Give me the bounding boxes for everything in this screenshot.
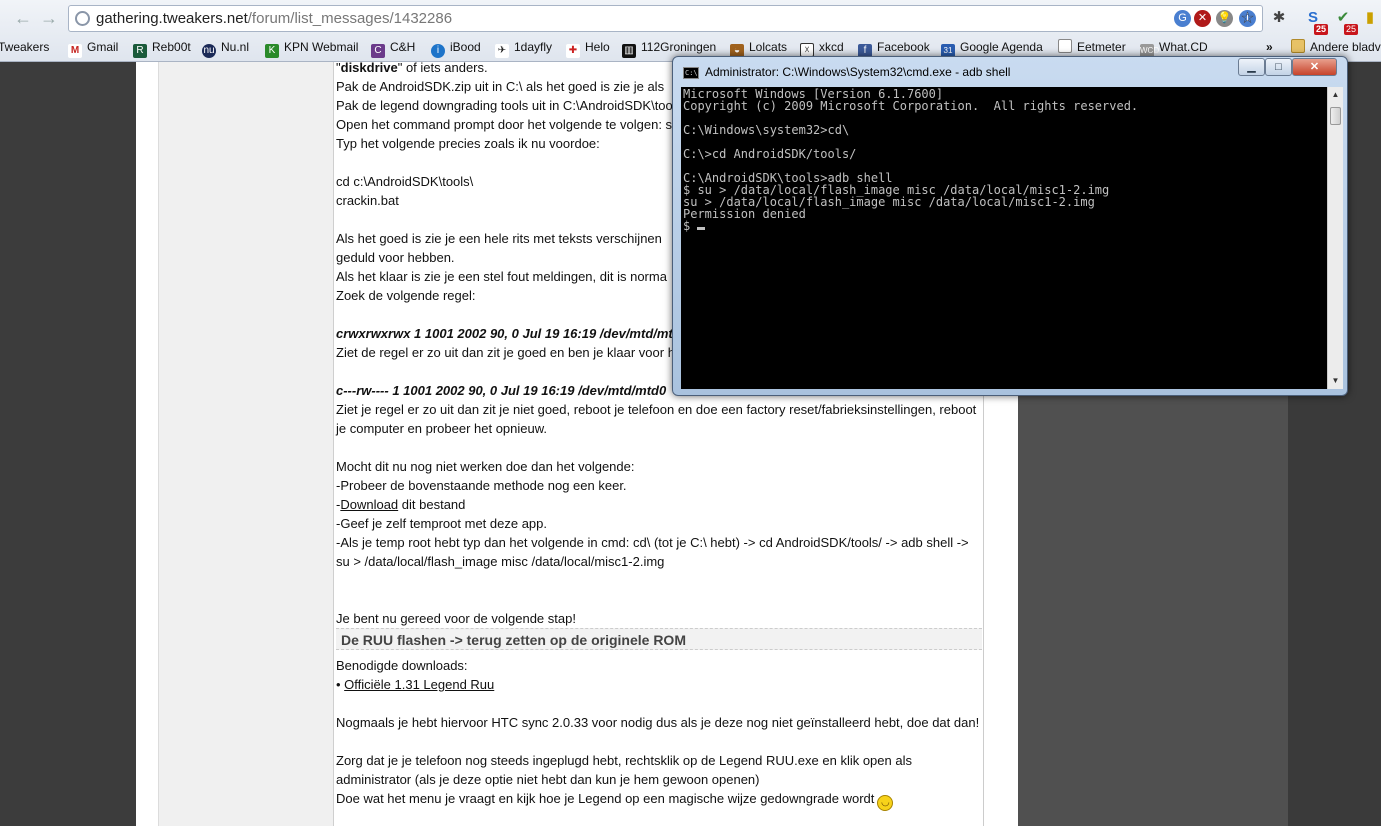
bookmark-ch[interactable]: C C&H: [371, 39, 415, 58]
post-line: cd c:\AndroidSDK\tools\: [336, 174, 474, 189]
post-line: Mocht dit nu nog niet werken doe dan het…: [336, 459, 635, 474]
post-line: "diskdrive" of iets anders.: [336, 60, 488, 75]
cmd-console[interactable]: Microsoft Windows [Version 6.1.7600] Cop…: [681, 87, 1327, 389]
address-bar[interactable]: gathering.tweakers.net/forum/list_messag…: [68, 5, 1263, 32]
bookmark-eetmeter[interactable]: Eetmeter: [1058, 39, 1126, 55]
post-line: Pak de AndroidSDK.zip uit in C:\ als het…: [336, 79, 665, 94]
scroll-down-arrow-icon[interactable]: ▼: [1328, 373, 1343, 389]
post-line: -Download dit bestand: [336, 497, 466, 512]
phone-extension-icon[interactable]: ▮: [1359, 7, 1381, 29]
post-line: Ziet je regel er zo uit dan zit je niet …: [336, 402, 977, 417]
minimize-button[interactable]: ▁: [1238, 58, 1265, 76]
forward-arrow-icon[interactable]: →: [40, 8, 58, 28]
bookmark-reboot[interactable]: R Reb00t: [133, 39, 191, 58]
kpn-icon: K: [265, 44, 279, 58]
back-arrow-icon[interactable]: ←: [14, 8, 32, 28]
reboot-icon: R: [133, 44, 147, 58]
bookmark-gmail[interactable]: M Gmail: [68, 39, 118, 58]
close-button[interactable]: ✕: [1292, 58, 1337, 76]
post-line: -Geef je zelf temproot met deze app.: [336, 516, 547, 531]
post-line: Ziet de regel er zo uit dan zit je goed …: [336, 345, 675, 360]
extension-badge: 25: [1343, 24, 1358, 35]
section-heading: De RUU flashen -> terug zetten op de ori…: [336, 628, 982, 650]
1dayfly-icon: ✈: [495, 44, 509, 58]
cmd-titlebar[interactable]: C:\ Administrator: C:\Windows\System32\c…: [673, 57, 1347, 85]
post-line: administrator (als je deze optie niet he…: [336, 772, 760, 787]
download-link[interactable]: Download: [340, 497, 398, 512]
bookmark-1dayfly[interactable]: ✈ 1dayfly: [495, 39, 552, 58]
bookmark-helo[interactable]: ✚ Helo: [566, 39, 610, 58]
maximize-button[interactable]: □: [1265, 58, 1292, 76]
bookmark-xkcd[interactable]: ☓ xkcd: [800, 39, 844, 57]
cmd-window[interactable]: C:\ Administrator: C:\Windows\System32\c…: [672, 56, 1348, 396]
lightbulb-icon[interactable]: 💡: [1216, 10, 1233, 27]
other-bookmarks-folder[interactable]: Andere bladv: [1291, 39, 1381, 55]
smiley-icon: ◡: [877, 795, 894, 811]
post-line: crackin.bat: [336, 193, 399, 208]
xkcd-icon: ☓: [800, 43, 814, 57]
stop-icon[interactable]: ✕: [1194, 10, 1211, 27]
bookmark-kpn-webmail[interactable]: K KPN Webmail: [265, 39, 358, 58]
browser-chrome: ← → gathering.tweakers.net/forum/list_me…: [0, 0, 1381, 62]
nunl-icon: nu: [202, 44, 216, 58]
post-line: -Als je temp root hebt typ dan het volge…: [336, 535, 969, 550]
cmd-window-title: Administrator: C:\Windows\System32\cmd.e…: [705, 65, 1011, 79]
page-icon: [1058, 39, 1072, 53]
google-icon[interactable]: G: [1174, 10, 1191, 27]
post-code-line: crwxrwxrwx 1 1001 2002 90, 0 Jul 19 16:1…: [336, 326, 673, 341]
cmd-scrollbar[interactable]: ▲ ▼: [1327, 87, 1343, 389]
folder-icon: [1291, 39, 1305, 53]
post-line: -Probeer de bovenstaande methode nog een…: [336, 478, 627, 493]
post-line: su > /data/local/flash_image misc /data/…: [336, 554, 665, 569]
112groningen-icon: ▥: [622, 44, 636, 58]
ruu-download-link[interactable]: Officiële 1.31 Legend Ruu: [344, 677, 494, 692]
star-icon[interactable]: ☆: [1239, 10, 1256, 27]
globe-icon: [75, 11, 90, 26]
post-line: je computer en probeer het opnieuw.: [336, 421, 548, 436]
post-line: Als het goed is zie je een hele rits met…: [336, 231, 662, 246]
scroll-up-arrow-icon[interactable]: ▲: [1328, 87, 1343, 103]
post-line: Typ het volgende precies zoals ik nu voo…: [336, 136, 600, 151]
post-author-column: [158, 62, 334, 826]
ch-icon: C: [371, 44, 385, 58]
s-extension-icon[interactable]: S 25: [1302, 7, 1328, 35]
post-line: • Officiële 1.31 Legend Ruu: [336, 677, 495, 692]
bookmark-tweakers[interactable]: Tweakers: [0, 39, 49, 55]
post-line: Je bent nu gereed voor de volgende stap!: [336, 611, 576, 626]
post-code-line: c---rw---- 1 1001 2002 90, 0 Jul 19 16:1…: [336, 383, 667, 398]
post-line: Zorg dat je je telefoon nog steeds ingep…: [336, 753, 912, 768]
post-line: Pak de legend downgrading tools uit in C…: [336, 98, 673, 113]
post-line: Open het command prompt door het volgend…: [336, 117, 676, 132]
cmd-output: Microsoft Windows [Version 6.1.7600] Cop…: [683, 87, 1139, 233]
post-line: Nogmaals je hebt hiervoor HTC sync 2.0.3…: [336, 715, 980, 730]
bookmarks-overflow-button[interactable]: »: [1266, 39, 1273, 55]
bookmark-nunl[interactable]: nu Nu.nl: [202, 39, 249, 58]
post-line: Als het klaar is zie je een stel fout me…: [336, 269, 667, 284]
bug-extension-icon[interactable]: ✱: [1268, 7, 1290, 29]
scrollbar-thumb[interactable]: [1330, 107, 1341, 125]
ibood-icon: i: [431, 44, 445, 58]
post-line: geduld voor hebben.: [336, 250, 455, 265]
post-line: Doe wat het menu je vraagt en kijk hoe j…: [336, 790, 894, 811]
post-line: Benodigde downloads:: [336, 658, 468, 673]
address-url: gathering.tweakers.net/forum/list_messag…: [96, 10, 453, 27]
helo-icon: ✚: [566, 44, 580, 58]
post-line: Zoek de volgende regel:: [336, 288, 476, 303]
text-cursor: [697, 227, 706, 230]
bookmark-ibood[interactable]: i iBood: [431, 39, 481, 58]
cmd-app-icon: C:\: [683, 67, 699, 79]
gmail-icon: M: [68, 44, 82, 58]
check-extension-icon[interactable]: ✔ 25: [1332, 7, 1358, 35]
extension-badge: 25: [1313, 24, 1328, 35]
